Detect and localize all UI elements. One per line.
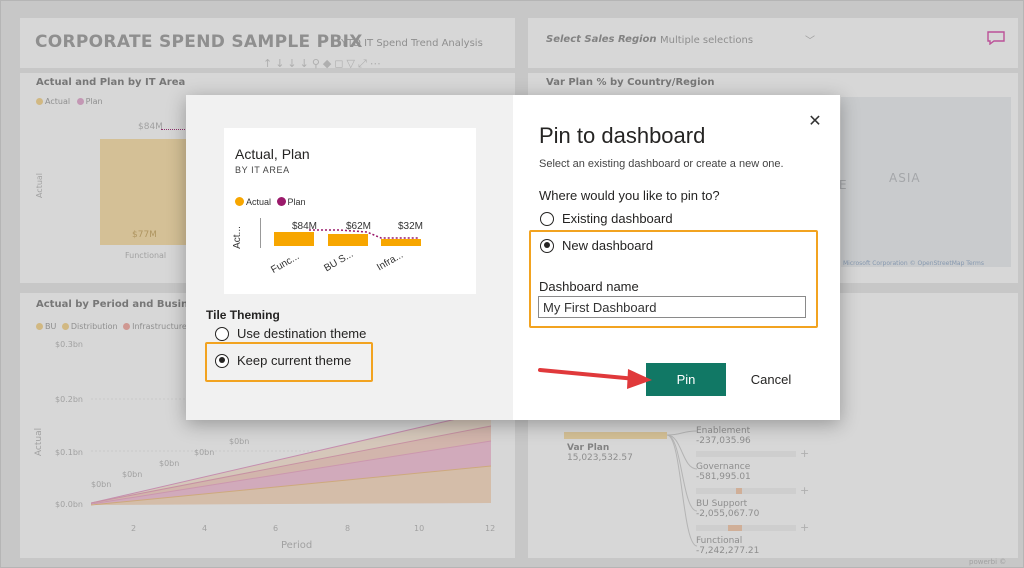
option-label: Existing dashboard [562,211,673,226]
radio-icon[interactable] [540,211,554,226]
preview-category: Func... [269,251,302,276]
preview-plan-line [309,229,419,239]
pin-destination-question: Where would you like to pin to? [539,188,720,203]
dialog-subtitle: Select an existing dashboard or create a… [539,158,784,170]
dialog-left-panel: Actual, Plan BY IT AREA Actual Plan Act.… [186,95,513,420]
cancel-button[interactable]: Cancel [736,363,806,396]
tile-preview: Actual, Plan BY IT AREA Actual Plan Act.… [224,128,476,294]
preview-axis-line [260,218,261,248]
theme-option-destination[interactable]: Use destination theme [215,326,366,341]
option-existing-dashboard[interactable]: Existing dashboard [540,211,673,226]
highlight-box-new-dashboard [529,230,818,328]
arrow-icon [538,368,652,389]
preview-category: Infra... [375,249,406,274]
pin-to-dashboard-dialog: Actual, Plan BY IT AREA Actual Plan Act.… [186,95,840,420]
preview-title: Actual, Plan [235,146,310,162]
radio-icon[interactable] [215,326,229,341]
preview-subtitle: BY IT AREA [235,165,290,175]
pin-button[interactable]: Pin [646,363,726,396]
preview-axis-label: Act... [231,226,243,249]
theme-option-label: Use destination theme [237,326,367,341]
preview-bar [274,232,314,246]
dialog-title: Pin to dashboard [539,123,706,148]
highlight-box-theme [205,342,373,382]
preview-category: BU S... [322,248,356,275]
close-icon[interactable]: ✕ [806,112,824,130]
preview-legend: Actual Plan [235,197,306,207]
tile-theming-heading: Tile Theming [206,308,280,322]
